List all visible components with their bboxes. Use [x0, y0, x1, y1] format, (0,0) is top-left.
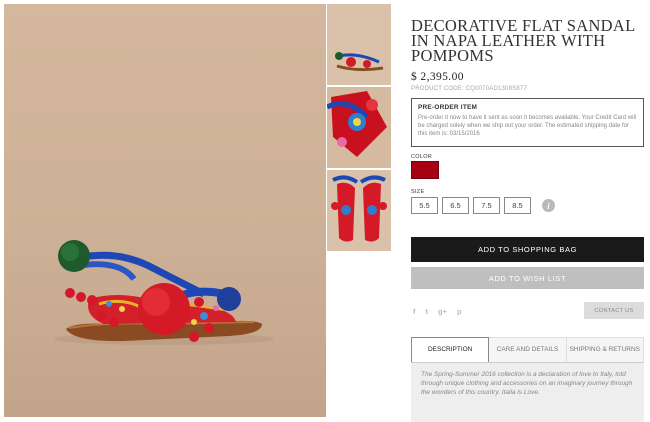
size-option[interactable]: 5.5	[411, 197, 438, 214]
tab-description[interactable]: DESCRIPTION	[411, 337, 490, 362]
googleplus-icon[interactable]: g+	[438, 307, 447, 316]
product-price: $ 2,395.00	[411, 71, 464, 83]
tab-shipping-returns[interactable]: SHIPPING & RETURNS	[566, 337, 644, 362]
tab-care-and-details[interactable]: CARE AND DETAILS	[489, 337, 567, 362]
size-option[interactable]: 7.5	[473, 197, 500, 214]
size-options: 5.5 6.5 7.5 8.5 i	[411, 197, 555, 214]
size-info-icon[interactable]: i	[542, 199, 555, 212]
add-to-wishlist-button[interactable]: ADD TO WISH LIST	[411, 267, 644, 289]
preorder-text: Pre-order it now to have it sent as soon…	[418, 115, 637, 137]
twitter-icon[interactable]: t	[426, 307, 429, 316]
thumb-sandal-side	[327, 4, 391, 85]
contact-us-button[interactable]: CONTACT US	[584, 302, 644, 319]
thumb-sandal-top	[327, 87, 391, 168]
thumbnail-top-view[interactable]	[327, 87, 391, 168]
add-to-bag-button[interactable]: ADD TO SHOPPING BAG	[411, 237, 644, 262]
preorder-notice: PRE-ORDER ITEM Pre-order it now to have …	[411, 98, 644, 147]
size-option[interactable]: 6.5	[442, 197, 469, 214]
color-swatch-red[interactable]	[411, 161, 439, 179]
sandal-illustration	[54, 240, 274, 345]
facebook-icon[interactable]: f	[413, 307, 416, 316]
thumb-sandal-pair	[327, 170, 391, 251]
thumbnail-side-view[interactable]	[327, 4, 391, 85]
pinterest-icon[interactable]: p	[457, 307, 462, 316]
main-product-image[interactable]	[4, 4, 326, 417]
description-text: The Spring-Summer 2016 collection is a d…	[411, 363, 644, 422]
product-title: DECORATIVE FLAT SANDAL IN NAPA LEATHER W…	[411, 16, 635, 65]
preorder-title: PRE-ORDER ITEM	[418, 104, 478, 111]
size-option[interactable]: 8.5	[504, 197, 531, 214]
thumbnail-pair-view[interactable]	[327, 170, 391, 251]
product-info-tabs: DESCRIPTION CARE AND DETAILS SHIPPING & …	[411, 337, 644, 363]
thumbnail-strip	[327, 4, 391, 253]
product-code: PRODUCT CODE: CQ0070AD1308S877	[411, 86, 527, 92]
product-details-panel: DECORATIVE FLAT SANDAL IN NAPA LEATHER W…	[411, 16, 644, 422]
social-share: f t g+ p	[413, 307, 462, 316]
color-label: COLOR	[411, 154, 433, 160]
size-label: SIZE	[411, 189, 425, 195]
